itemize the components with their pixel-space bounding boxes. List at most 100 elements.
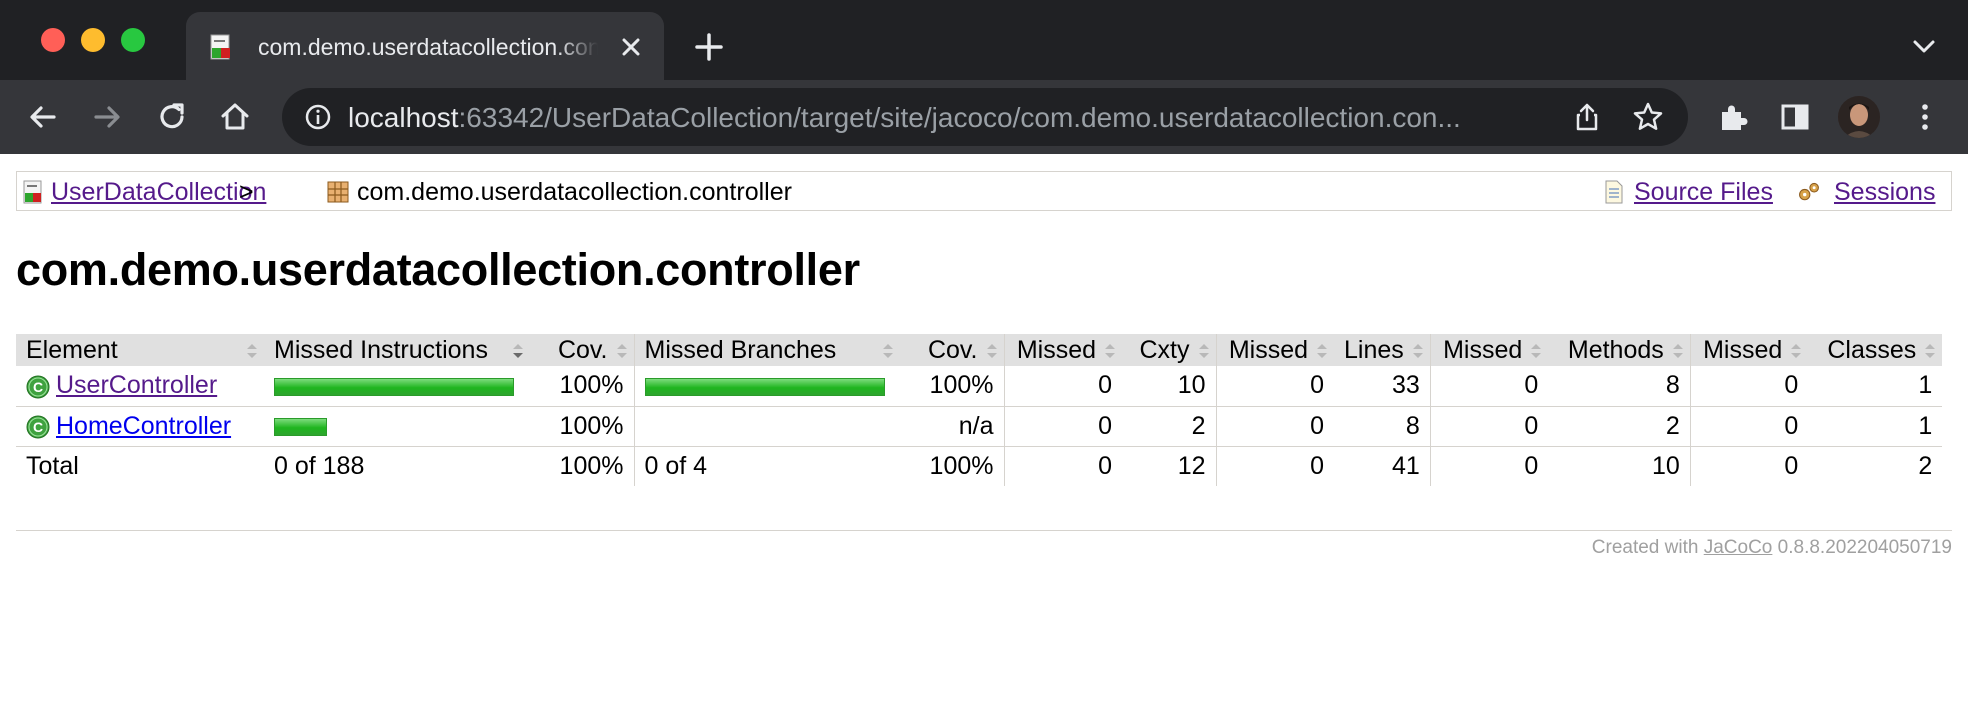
- sort-icon: [1531, 344, 1542, 358]
- col-missed-lines[interactable]: Missed: [1215, 334, 1334, 366]
- missed-instructions-bar-cell: [264, 406, 530, 447]
- table-row: C HomeController 100% n/a 0 2 0 8 0 2 0 1: [16, 406, 1943, 447]
- methods-cell: 8: [1548, 366, 1691, 407]
- sort-icon: [616, 344, 627, 358]
- total-missed-classes: 0: [1689, 446, 1809, 486]
- total-methods: 10: [1651, 451, 1680, 480]
- reload-icon[interactable]: [155, 100, 189, 134]
- col-classes[interactable]: Classes: [1808, 334, 1943, 366]
- class-icon: C: [26, 415, 50, 439]
- share-icon[interactable]: [1572, 102, 1602, 132]
- minimize-window-button[interactable]: [81, 28, 105, 52]
- col-missed-branches-label: Missed Branches: [644, 335, 837, 364]
- page-title: com.demo.userdatacollection.controller: [16, 244, 860, 295]
- col-missed-cxty-label: Missed: [1016, 335, 1096, 364]
- footer: Created with JaCoCo 0.8.8.202204050719: [1592, 537, 1952, 559]
- browser-tab[interactable]: com.demo.userdatacollection.controller: [186, 12, 664, 80]
- home-icon[interactable]: [218, 100, 252, 134]
- col-missed-cxty[interactable]: Missed: [1003, 334, 1122, 366]
- element-link[interactable]: UserController: [56, 371, 217, 399]
- col-branch-cov[interactable]: Cov.: [900, 334, 1004, 366]
- jacoco-link[interactable]: JaCoCo: [1704, 537, 1773, 558]
- cxty-cell: 2: [1122, 406, 1216, 447]
- extensions-puzzle-icon[interactable]: [1716, 100, 1750, 134]
- url-path: :63342/UserDataCollection/target/site/ja…: [458, 102, 1461, 133]
- sort-icon: [1791, 344, 1802, 358]
- url-text[interactable]: localhost:63342/UserDataCollection/targe…: [348, 101, 1548, 135]
- element-cell: C HomeController: [16, 406, 264, 447]
- total-missed-cxty: 0: [1003, 446, 1122, 486]
- package-icon: [327, 181, 349, 203]
- total-label: Total: [26, 451, 79, 480]
- total-row: Total 0 of 188 100% 0 of 4 100% 0 12 0 4…: [16, 446, 1942, 486]
- sort-icon: [1105, 344, 1115, 358]
- cxty-cell: 10: [1122, 366, 1216, 407]
- url-host: localhost: [348, 102, 459, 133]
- instr-cov-cell: 100%: [530, 406, 634, 447]
- col-methods[interactable]: Methods: [1548, 334, 1691, 366]
- col-missed-methods-label: Missed: [1443, 335, 1523, 364]
- page-content: UserDataCollection > com.demo.userdataco…: [0, 154, 1968, 716]
- forward-arrow-icon[interactable]: [90, 100, 124, 134]
- missed-cxty-cell: 0: [1003, 366, 1122, 407]
- close-tab-icon[interactable]: [618, 34, 644, 60]
- table-header-row: Element Missed Instructions Cov. Missed …: [16, 334, 1943, 366]
- total-classes: 2: [1918, 451, 1933, 480]
- close-window-button[interactable]: [41, 28, 65, 52]
- total-cxty: 12: [1177, 451, 1206, 480]
- coverage-bar: [274, 417, 327, 436]
- total-missed-methods: 0: [1429, 446, 1549, 486]
- col-element[interactable]: Element: [16, 334, 264, 366]
- missed-lines-cell: 0: [1215, 366, 1334, 407]
- info-icon[interactable]: [304, 103, 332, 131]
- col-cxty[interactable]: Cxty: [1122, 334, 1216, 366]
- sort-icon: [1317, 344, 1327, 358]
- chevron-down-icon[interactable]: [1910, 34, 1938, 58]
- new-tab-icon[interactable]: [692, 30, 726, 64]
- col-classes-label: Classes: [1827, 335, 1917, 364]
- sort-icon: [986, 344, 997, 358]
- more-menu-icon[interactable]: [1908, 100, 1942, 134]
- browser-toolbar: localhost:63342/UserDataCollection/targe…: [0, 80, 1968, 154]
- report-icon: [23, 180, 42, 204]
- branch-cov-cell: 100%: [900, 366, 1004, 407]
- col-instr-cov-label: Cov.: [557, 335, 608, 364]
- source-files-link[interactable]: Source Files: [1634, 178, 1773, 206]
- side-panel-icon[interactable]: [1778, 100, 1812, 134]
- sessions-link[interactable]: Sessions: [1834, 178, 1935, 206]
- col-missed-classes[interactable]: Missed: [1689, 334, 1809, 366]
- col-missed-instructions-label: Missed Instructions: [274, 335, 488, 364]
- missed-methods-cell: 0: [1429, 406, 1549, 447]
- report-favicon-icon: [210, 34, 230, 60]
- sort-down-icon: [513, 344, 523, 358]
- col-instr-cov[interactable]: Cov.: [530, 334, 634, 366]
- maximize-window-button[interactable]: [121, 28, 145, 52]
- col-lines[interactable]: Lines: [1334, 334, 1431, 366]
- col-missed-branches[interactable]: Missed Branches: [633, 334, 900, 366]
- svg-text:C: C: [33, 379, 43, 395]
- sort-icon: [883, 344, 893, 358]
- total-missed-lines: 0: [1215, 446, 1334, 486]
- total-missed-instructions: 0 of 188: [274, 451, 365, 480]
- element-cell: C UserController: [16, 366, 264, 407]
- breadcrumb-project-link[interactable]: UserDataCollection: [51, 178, 266, 206]
- col-missed-methods[interactable]: Missed: [1429, 334, 1549, 366]
- breadcrumb: UserDataCollection > com.demo.userdataco…: [16, 171, 1952, 211]
- back-arrow-icon[interactable]: [26, 100, 60, 134]
- col-missed-lines-label: Missed: [1228, 335, 1308, 364]
- source-files-icon: [1605, 180, 1623, 204]
- col-element-label: Element: [26, 335, 118, 364]
- missed-classes-cell: 0: [1689, 366, 1809, 407]
- sort-icon: [1925, 344, 1936, 358]
- class-icon: C: [26, 375, 50, 399]
- col-missed-instructions[interactable]: Missed Instructions: [264, 334, 530, 366]
- address-bar[interactable]: localhost:63342/UserDataCollection/targe…: [282, 88, 1688, 146]
- missed-methods-cell: 0: [1429, 366, 1549, 407]
- coverage-table: Element Missed Instructions Cov. Missed …: [16, 334, 1943, 486]
- profile-avatar[interactable]: [1838, 96, 1880, 138]
- bookmark-star-icon[interactable]: [1632, 101, 1664, 133]
- tab-title: com.demo.userdatacollection.controller: [258, 34, 598, 60]
- missed-instructions-bar-cell: [264, 366, 530, 407]
- element-link[interactable]: HomeController: [56, 412, 231, 440]
- sort-icon: [1198, 344, 1209, 358]
